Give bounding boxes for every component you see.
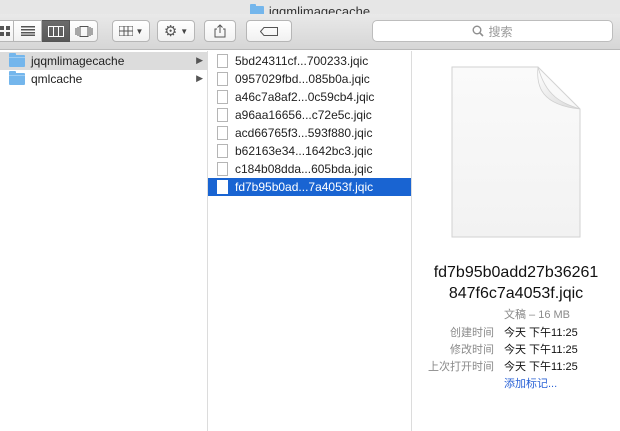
file-item-label: fd7b95b0ad...7a4053f.jqic bbox=[235, 180, 374, 194]
file-item[interactable]: c184b08dda...605bda.jqic bbox=[208, 160, 411, 178]
preview-filename-line2: 847f6c7a4053f.jqic bbox=[448, 285, 584, 302]
cover-flow-icon bbox=[75, 25, 92, 37]
column-view-button[interactable] bbox=[42, 20, 70, 42]
file-item[interactable]: acd66765f3...593f880.jqic bbox=[208, 124, 411, 142]
document-icon bbox=[217, 162, 228, 176]
file-item-label: 5bd24311cf...700233.jqic bbox=[235, 54, 369, 68]
search-placeholder: 搜索 bbox=[488, 24, 513, 39]
document-icon bbox=[217, 54, 228, 68]
file-item[interactable]: 5bd24311cf...700233.jqic bbox=[208, 52, 411, 70]
group-grid-icon bbox=[118, 26, 133, 36]
list-view-button[interactable] bbox=[14, 20, 42, 42]
last-opened-label: 上次打开时间 bbox=[428, 361, 494, 373]
parent-folder-column: jqqmlimagecache ▶ qmlcache ▶ bbox=[0, 51, 208, 431]
folder-item-label: jqqmlimagecache bbox=[31, 54, 125, 68]
gear-icon: ⚙ bbox=[163, 22, 178, 40]
search-input[interactable]: 搜索 bbox=[372, 20, 613, 42]
share-icon bbox=[214, 24, 226, 38]
files-column: 5bd24311cf...700233.jqic 0957029fbd...08… bbox=[208, 51, 412, 431]
document-icon bbox=[451, 66, 581, 238]
add-tags-link[interactable]: 添加标记... bbox=[504, 375, 557, 391]
folder-item-label: qmlcache bbox=[31, 72, 83, 86]
document-icon bbox=[217, 180, 228, 194]
modified-label: 修改时间 bbox=[450, 344, 494, 356]
icon-grid-icon bbox=[0, 26, 10, 36]
chevron-right-icon: ▶ bbox=[196, 55, 203, 65]
tag-icon bbox=[260, 26, 278, 36]
document-icon bbox=[217, 126, 228, 140]
document-icon bbox=[217, 90, 228, 104]
file-item-label: c184b08dda...605bda.jqic bbox=[235, 162, 373, 176]
file-item-selected[interactable]: fd7b95b0ad...7a4053f.jqic bbox=[208, 178, 411, 196]
modified-value: 今天 下午11:25 bbox=[504, 344, 578, 356]
edit-tags-button[interactable] bbox=[246, 20, 292, 42]
chevron-down-icon: ▼ bbox=[135, 26, 144, 36]
file-item-label: 0957029fbd...085b0a.jqic bbox=[235, 72, 370, 86]
created-value: 今天 下午11:25 bbox=[504, 327, 578, 339]
toolbar: ▼ ⚙ ▼ 搜索 bbox=[0, 14, 620, 50]
chevron-down-icon: ▼ bbox=[180, 26, 189, 36]
group-by-button[interactable]: ▼ bbox=[112, 20, 150, 42]
chevron-right-icon: ▶ bbox=[196, 73, 203, 83]
view-mode-segmented bbox=[0, 20, 98, 42]
document-icon bbox=[217, 108, 228, 122]
file-item[interactable]: 0957029fbd...085b0a.jqic bbox=[208, 70, 411, 88]
preview-pane: fd7b95b0add27b36261 847f6c7a4053f.jqic 文… bbox=[412, 51, 620, 431]
preview-kind-size: 文稿 – 16 MB bbox=[504, 309, 571, 321]
search-icon bbox=[472, 25, 485, 37]
columns-icon bbox=[47, 25, 64, 37]
folder-item-qmlcache[interactable]: qmlcache ▶ bbox=[0, 70, 207, 88]
last-opened-value: 今天 下午11:25 bbox=[504, 361, 578, 373]
file-item-label: acd66765f3...593f880.jqic bbox=[235, 126, 373, 140]
file-item-label: a96aa16656...c72e5c.jqic bbox=[235, 108, 372, 122]
file-item[interactable]: a46c7a8af2...0c59cb4.jqic bbox=[208, 88, 411, 106]
folder-icon bbox=[9, 71, 25, 85]
created-label: 创建时间 bbox=[450, 327, 494, 339]
file-item[interactable]: b62163e34...1642bc3.jqic bbox=[208, 142, 411, 160]
icon-view-button[interactable] bbox=[0, 20, 14, 42]
file-item-label: a46c7a8af2...0c59cb4.jqic bbox=[235, 90, 375, 104]
list-icon bbox=[20, 26, 35, 36]
action-menu-button[interactable]: ⚙ ▼ bbox=[157, 20, 195, 42]
preview-filename-line1: fd7b95b0add27b36261 bbox=[433, 264, 599, 281]
share-button[interactable] bbox=[204, 20, 236, 42]
folder-item-jqqmlimagecache[interactable]: jqqmlimagecache ▶ bbox=[0, 52, 207, 70]
gallery-view-button[interactable] bbox=[70, 20, 98, 42]
file-item[interactable]: a96aa16656...c72e5c.jqic bbox=[208, 106, 411, 124]
title-bar: jqqmlimagecache bbox=[0, 0, 620, 19]
file-item-label: b62163e34...1642bc3.jqic bbox=[235, 144, 373, 158]
document-icon bbox=[217, 144, 228, 158]
folder-icon bbox=[9, 53, 25, 67]
document-icon bbox=[217, 72, 228, 86]
